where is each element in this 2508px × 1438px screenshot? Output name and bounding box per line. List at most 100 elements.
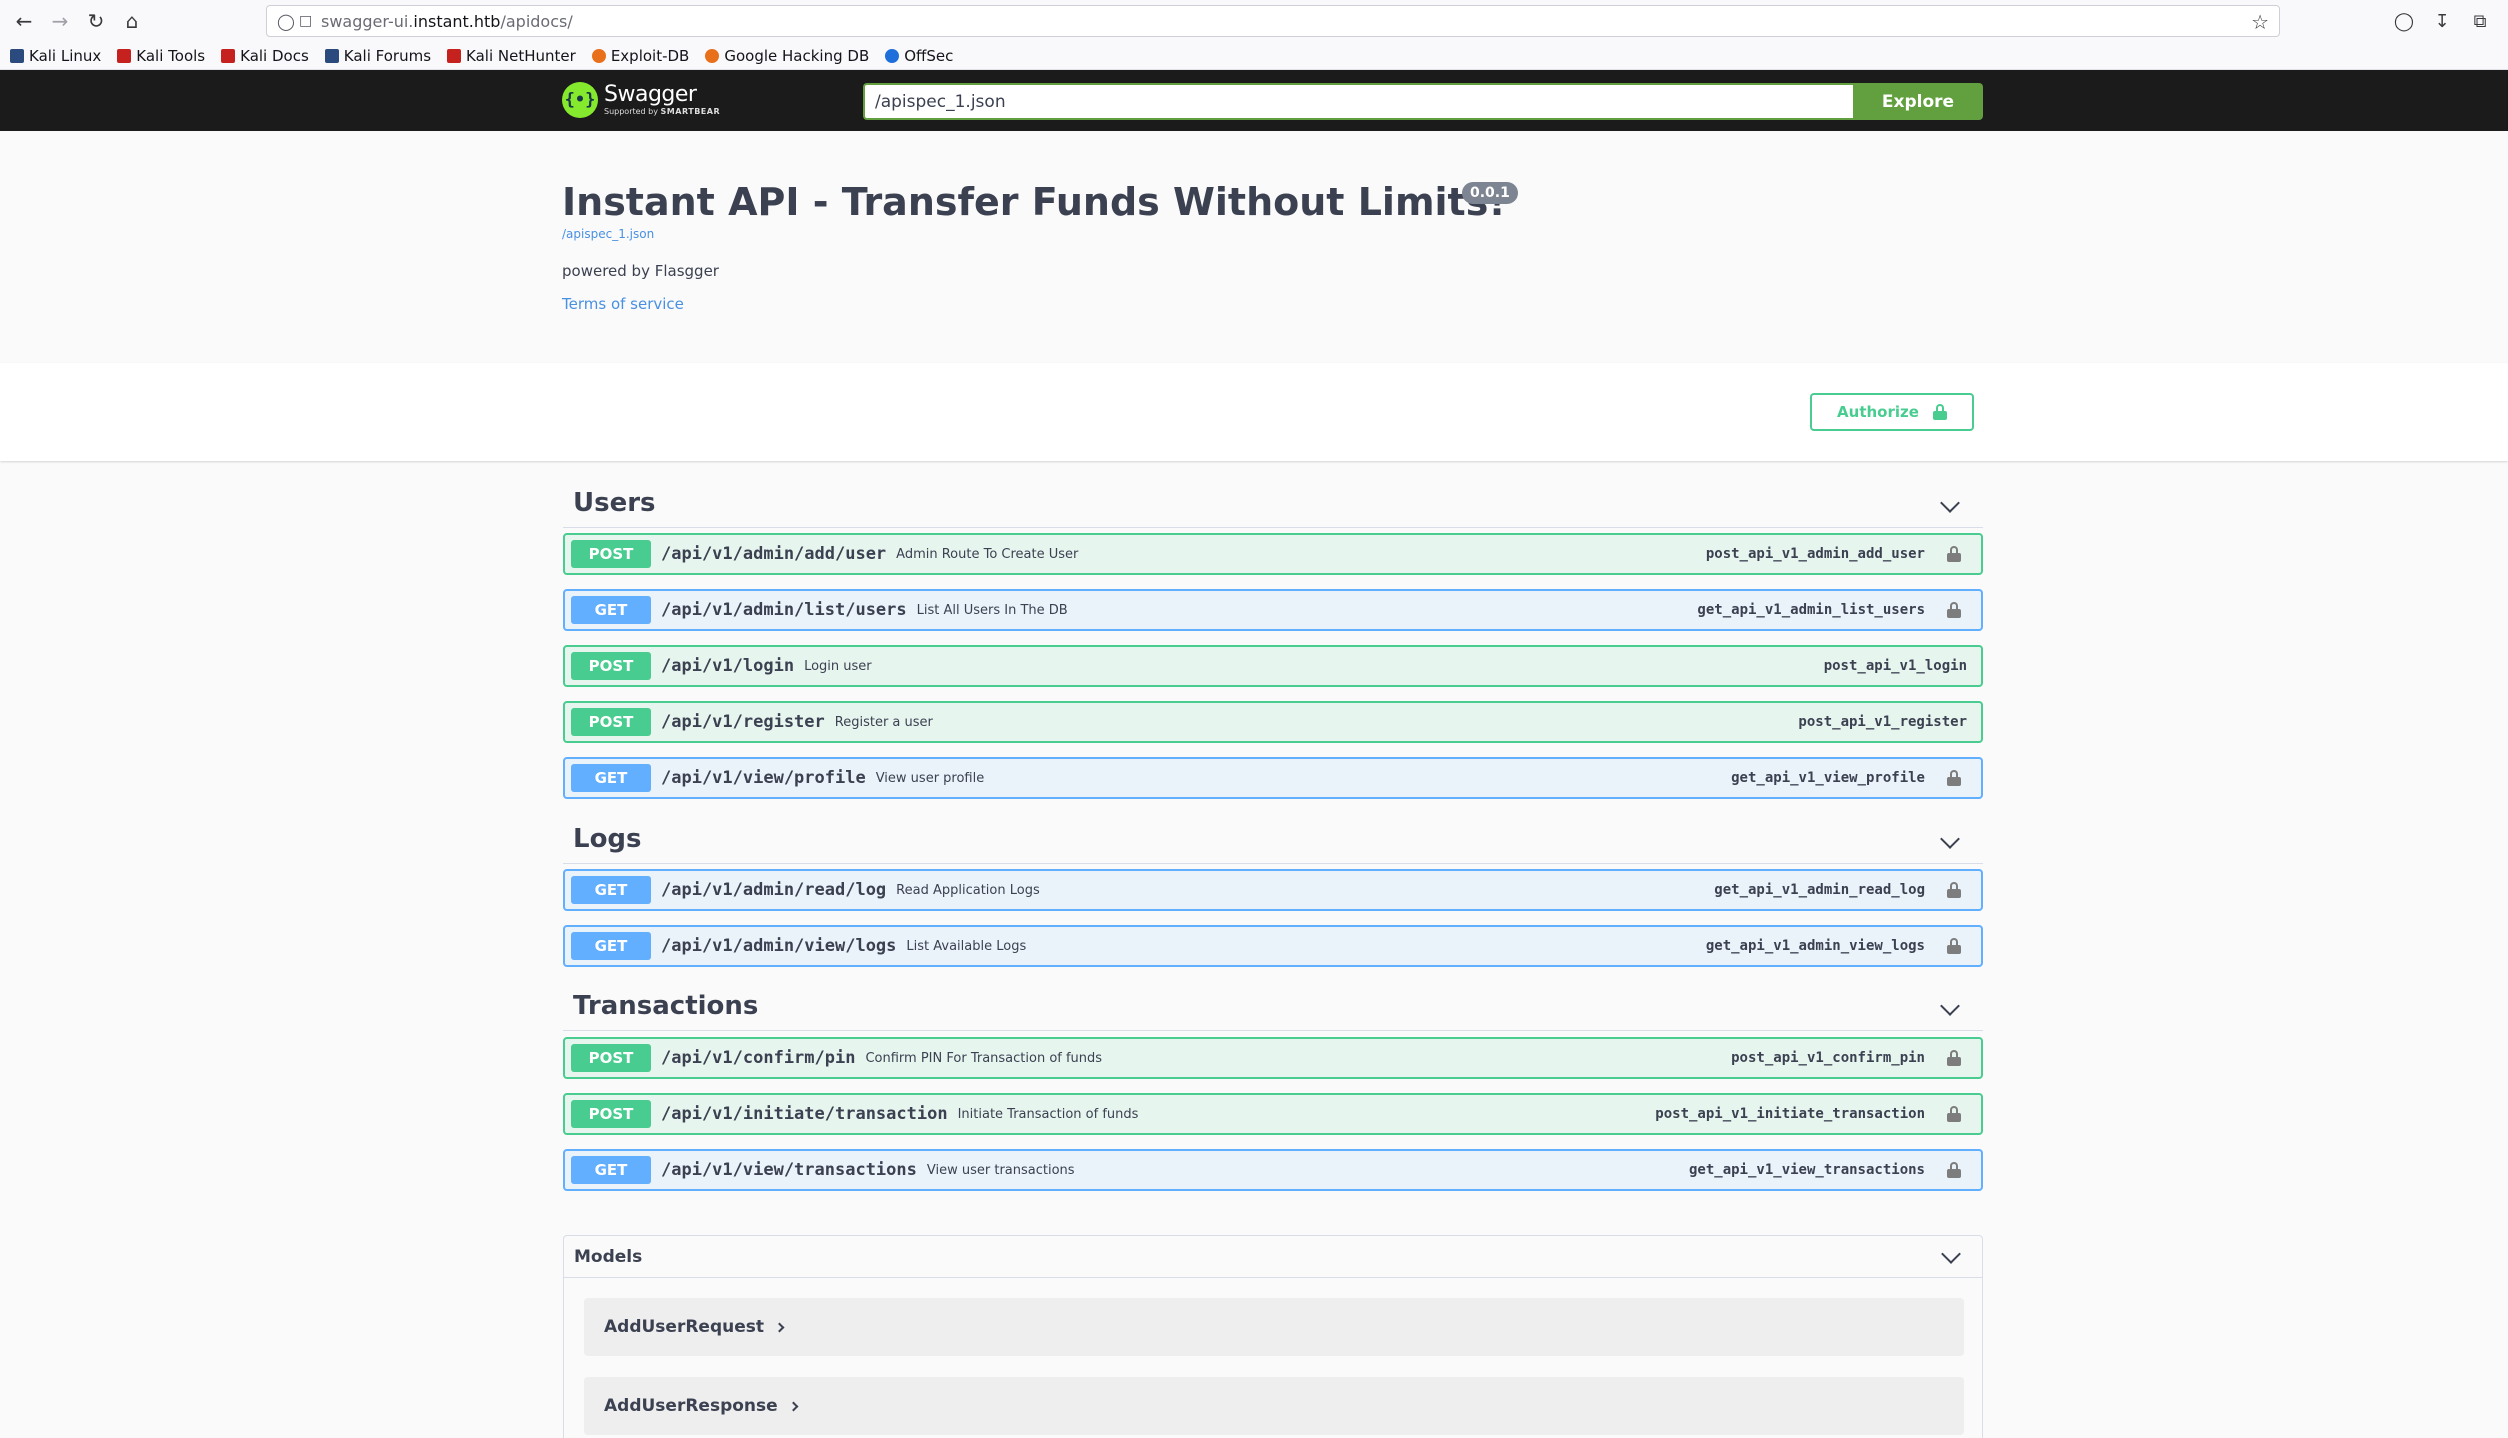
method-badge: GET (571, 764, 651, 792)
models-title: Models (574, 1246, 643, 1267)
lock-icon[interactable] (1947, 602, 1961, 618)
exploit-db-icon (591, 48, 606, 63)
model-name: AddUserResponse (604, 1396, 778, 1416)
tag-transactions[interactable]: Transactions (563, 981, 1983, 1031)
operation-summary: Initiate Transaction of funds (957, 1106, 1139, 1122)
pocket-icon[interactable]: ◯ (2388, 3, 2420, 39)
operation-row[interactable]: POST /api/v1/admin/add/user Admin Route … (563, 533, 1983, 575)
models-header[interactable]: Models (564, 1236, 1982, 1278)
powered-by-text: powered by Flasgger (562, 262, 719, 280)
method-badge: POST (571, 652, 651, 680)
operation-id: get_api_v1_view_transactions (1688, 1162, 1925, 1178)
lock-icon[interactable] (1947, 770, 1961, 786)
extensions-icon[interactable]: ⧉ (2464, 3, 2496, 39)
back-icon[interactable]: ← (6, 3, 42, 39)
lock-icon[interactable] (1947, 1050, 1961, 1066)
explore-button[interactable]: Explore (1853, 83, 1983, 120)
method-badge: POST (571, 1100, 651, 1128)
operation-summary: View user transactions (926, 1162, 1075, 1178)
lock-icon[interactable] (1947, 938, 1961, 954)
operation-id: get_api_v1_admin_view_logs (1705, 938, 1925, 954)
operation-row[interactable]: GET /api/v1/view/profile View user profi… (563, 757, 1983, 799)
browser-toolbar: ← → ↻ ⌂ ◯ □ swagger-ui. instant.htb/apido… (0, 0, 2508, 42)
bookmark-kali-docs[interactable]: Kali Docs (221, 47, 309, 65)
operation-row[interactable]: GET /api/v1/view/transactions View user … (563, 1149, 1983, 1191)
lock-icon[interactable] (1947, 546, 1961, 562)
operation-row[interactable]: GET /api/v1/admin/read/log Read Applicat… (563, 869, 1983, 911)
bookmark-kali-forums[interactable]: Kali Forums (324, 47, 431, 65)
operation-path: /api/v1/register (661, 712, 825, 732)
bookmark-kali-linux[interactable]: Kali Linux (10, 47, 101, 65)
operation-summary: Admin Route To Create User (896, 546, 1079, 562)
method-badge: GET (571, 1156, 651, 1184)
bookmark-star-icon[interactable]: ☆ (2251, 10, 2269, 34)
lock-icon[interactable] (1947, 1162, 1961, 1178)
swagger-logo[interactable]: {•} Swagger Supported by SMARTBEAR (562, 82, 720, 118)
logo-word: Swagger (604, 82, 697, 107)
method-badge: POST (571, 540, 651, 568)
url-host: instant.htb (413, 11, 501, 31)
address-bar[interactable]: ◯ □ swagger-ui. instant.htb/apidocs/ ☆ (266, 5, 2280, 37)
tag-name: Transactions (573, 990, 759, 1021)
bookmark-kali-tools[interactable]: Kali Tools (117, 47, 205, 65)
operation-row[interactable]: POST /api/v1/confirm/pin Confirm PIN For… (563, 1037, 1983, 1079)
bookmark-offsec[interactable]: OffSec (885, 47, 953, 65)
url-prefix: swagger-ui. (321, 11, 414, 31)
page-info-icon[interactable]: □ (299, 13, 321, 29)
operation-row[interactable]: GET /api/v1/admin/list/users List All Us… (563, 589, 1983, 631)
tag-name: Logs (573, 823, 642, 854)
unlocked-icon (1932, 404, 1947, 420)
logo-sub: Supported by (604, 107, 658, 116)
operation-id: post_api_v1_initiate_transaction (1655, 1106, 1925, 1122)
operation-path: /api/v1/initiate/transaction (661, 1104, 948, 1124)
authorize-label: Authorize (1837, 403, 1919, 421)
terms-of-service-link[interactable]: Terms of service (562, 295, 684, 313)
operation-row[interactable]: POST /api/v1/login Login user post_api_v… (563, 645, 1983, 687)
downloads-icon[interactable]: ↧ (2426, 3, 2458, 39)
tracking-shield-icon[interactable]: ◯ (277, 12, 299, 31)
chevron-down-icon[interactable] (1940, 493, 1960, 513)
operation-summary: Register a user (834, 714, 933, 730)
spec-url-input[interactable] (863, 83, 1853, 120)
operation-id: post_api_v1_register (1798, 714, 1967, 730)
chevron-right-icon[interactable] (774, 1322, 785, 1332)
bookmark-kali-nethunter[interactable]: Kali NetHunter (447, 47, 576, 65)
reload-icon[interactable]: ↻ (78, 3, 114, 39)
tag-logs[interactable]: Logs (563, 814, 1983, 864)
swagger-topbar: {•} Swagger Supported by SMARTBEAR Explo… (0, 70, 2508, 131)
method-badge: POST (571, 1044, 651, 1072)
operation-row[interactable]: GET /api/v1/admin/view/logs List Availab… (563, 925, 1983, 967)
model-item[interactable]: AddUserResponse (584, 1377, 1964, 1435)
scheme-container: Authorize (0, 363, 2508, 461)
offsec-icon (885, 48, 900, 63)
operation-summary: List All Users In The DB (916, 602, 1068, 618)
operation-path: /api/v1/admin/list/users (661, 600, 907, 620)
bookmark-exploit-db[interactable]: Exploit-DB (591, 47, 689, 65)
operation-path: /api/v1/login (661, 656, 795, 676)
authorize-button[interactable]: Authorize (1810, 393, 1974, 431)
operation-id: get_api_v1_admin_read_log (1714, 882, 1925, 898)
operation-path: /api/v1/view/profile (661, 768, 866, 788)
home-icon[interactable]: ⌂ (114, 3, 150, 39)
chevron-down-icon[interactable] (1940, 996, 1960, 1016)
chevron-right-icon[interactable] (788, 1401, 799, 1411)
chevron-down-icon[interactable] (1940, 829, 1960, 849)
operation-id: post_api_v1_login (1823, 658, 1967, 674)
page-title: Instant API - Transfer Funds Without Lim… (562, 180, 1506, 224)
chevron-down-icon[interactable] (1941, 1244, 1961, 1264)
operation-id: post_api_v1_confirm_pin (1731, 1050, 1925, 1066)
logo-brand: SMARTBEAR (660, 107, 721, 116)
forward-icon[interactable]: → (42, 3, 78, 39)
model-item[interactable]: AddUserRequest (584, 1298, 1964, 1356)
lock-icon[interactable] (1947, 1106, 1961, 1122)
operation-row[interactable]: POST /api/v1/initiate/transaction Initia… (563, 1093, 1983, 1135)
lock-icon[interactable] (1947, 882, 1961, 898)
browser-right-tools: ◯ ↧ ⧉ (2388, 0, 2496, 42)
kali-icon (10, 48, 24, 63)
spec-link[interactable]: /apispec_1.json (562, 227, 654, 241)
operation-row[interactable]: POST /api/v1/register Register a user po… (563, 701, 1983, 743)
tag-users[interactable]: Users (563, 478, 1983, 528)
bookmark-google-hacking-db[interactable]: Google Hacking DB (705, 47, 869, 65)
model-name: AddUserRequest (604, 1317, 764, 1337)
method-badge: GET (571, 932, 651, 960)
